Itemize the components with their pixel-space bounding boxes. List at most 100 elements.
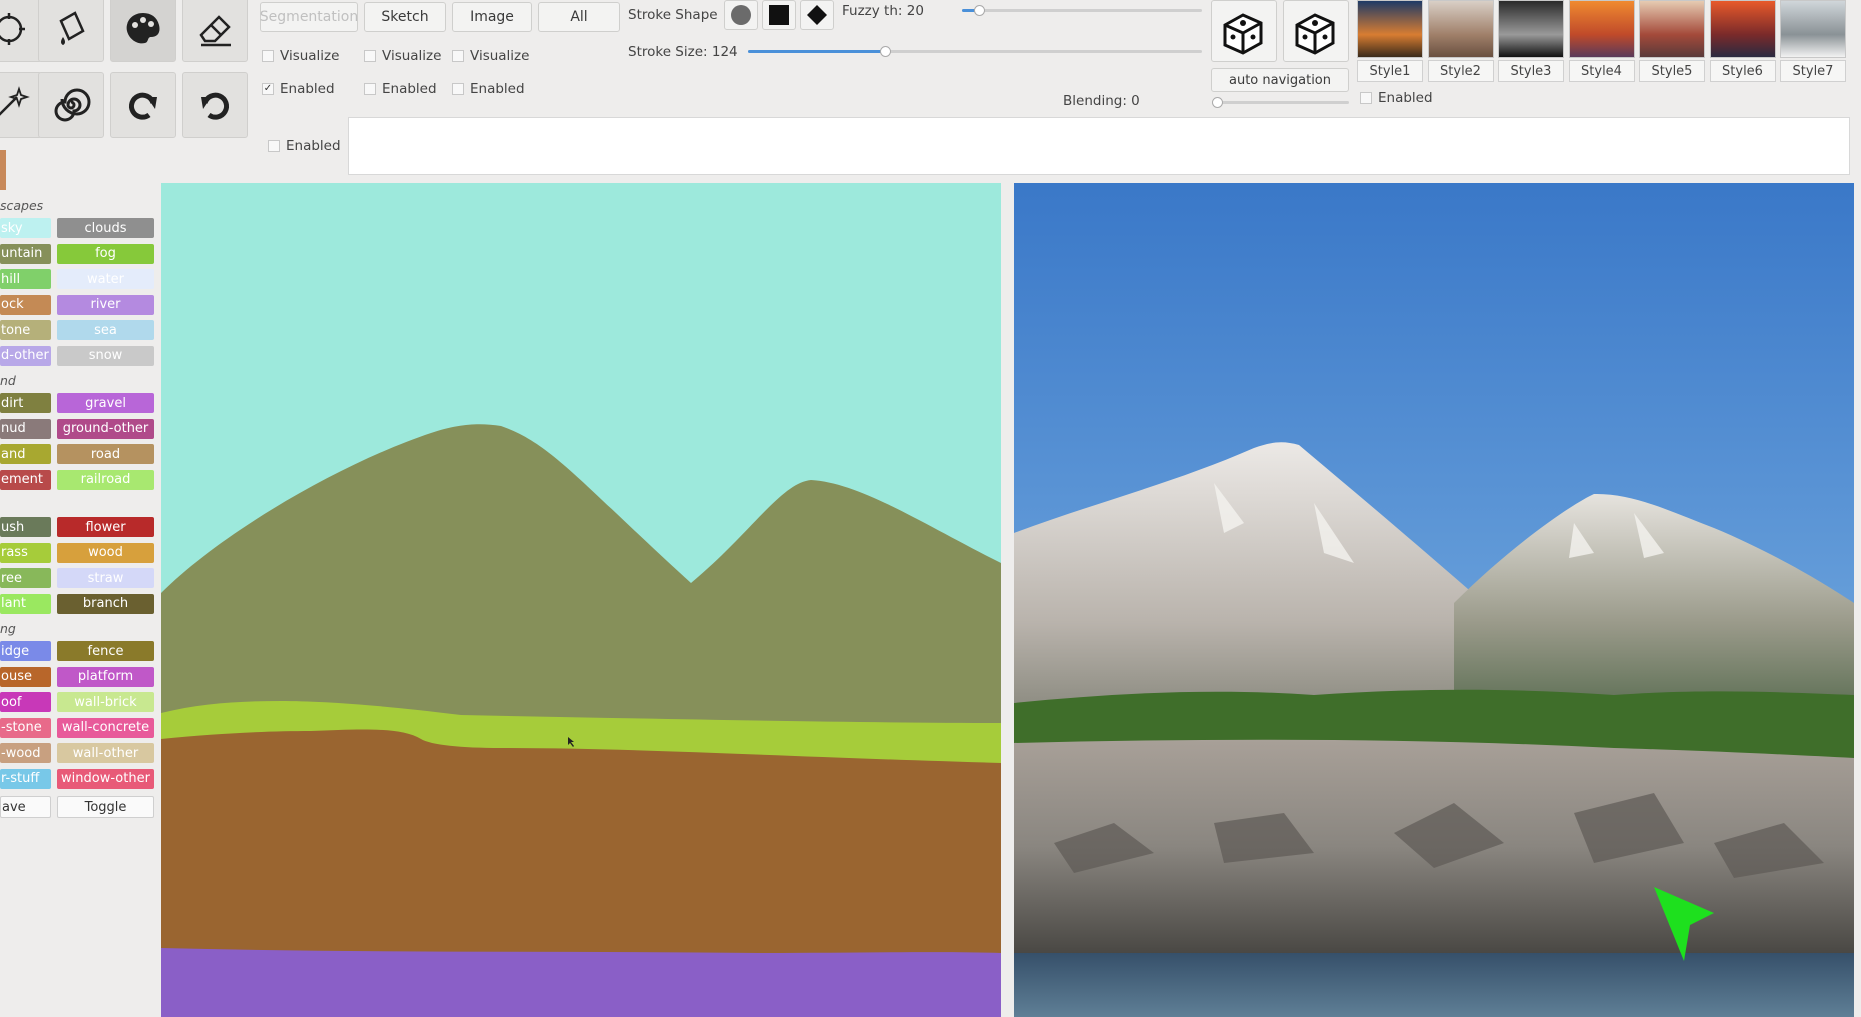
label-chip[interactable]: lant	[0, 593, 51, 614]
redo-button[interactable]	[110, 72, 176, 138]
label-chip[interactable]: tone	[0, 320, 51, 340]
image-button[interactable]: Image	[452, 2, 532, 32]
label-chip[interactable]: sea	[57, 320, 154, 340]
label-chip[interactable]: wood	[57, 542, 154, 563]
checkbox-box[interactable]	[452, 50, 464, 62]
stroke-size-label: Stroke Size: 124	[628, 44, 738, 60]
square-shape-button[interactable]	[762, 0, 796, 30]
label-chip[interactable]: gravel	[57, 393, 154, 413]
label-chip[interactable]: clouds	[57, 218, 154, 238]
label-chip[interactable]: flower	[57, 517, 154, 537]
spiral-tool-button[interactable]	[38, 72, 104, 138]
palette-tool-button[interactable]	[110, 0, 176, 62]
label-chip[interactable]: rass	[0, 542, 51, 563]
label-chip[interactable]: -stone	[0, 717, 51, 738]
label-chip[interactable]: ground-other	[57, 418, 154, 439]
label-chip[interactable]: branch	[57, 593, 154, 614]
save-button[interactable]: ave	[0, 796, 51, 818]
stroke-size-knob[interactable]	[880, 46, 891, 57]
random-dice-button-1[interactable]	[1211, 0, 1277, 62]
label-chip[interactable]: r-stuff	[0, 768, 51, 789]
label-chip[interactable]: window-other	[57, 768, 154, 789]
prompt-text-area[interactable]	[348, 117, 1850, 175]
label-chip[interactable]: ement	[0, 469, 51, 490]
generated-landscape	[1014, 183, 1854, 1017]
label-chip[interactable]: -wood	[0, 743, 51, 763]
checkbox-box[interactable]	[452, 83, 464, 95]
random-dice-button-2[interactable]	[1283, 0, 1349, 62]
visualize-checkbox-3[interactable]: Visualize	[452, 48, 529, 64]
label-chip[interactable]: snow	[57, 345, 154, 366]
blending-slider[interactable]	[1213, 101, 1349, 104]
style-thumbnail[interactable]	[1427, 0, 1494, 58]
label-chip[interactable]: ock	[0, 294, 51, 315]
label-chip[interactable]: ouse	[0, 666, 51, 687]
segmentation-button[interactable]: Segmentation	[260, 2, 358, 32]
checkbox-box[interactable]	[364, 50, 376, 62]
label-chip[interactable]: river	[57, 294, 154, 315]
auto-navigation-button[interactable]: auto navigation	[1211, 68, 1349, 92]
style-thumbnail[interactable]	[1498, 0, 1564, 58]
label-chip[interactable]: oof	[0, 692, 51, 712]
circle-shape-button[interactable]	[724, 0, 758, 30]
blending-knob[interactable]	[1212, 97, 1223, 108]
label-chip[interactable]: untain	[0, 243, 51, 264]
style-button[interactable]: Style1	[1357, 60, 1423, 82]
label-chip[interactable]: road	[57, 444, 154, 464]
checkbox-box[interactable]	[1360, 92, 1372, 104]
enabled-checkbox-3[interactable]: Enabled	[452, 81, 525, 97]
diamond-shape-button[interactable]	[800, 0, 834, 30]
label-chip[interactable]: platform	[57, 666, 154, 687]
style-button[interactable]: Style6	[1709, 60, 1776, 82]
label-chip[interactable]: and	[0, 444, 51, 464]
label-chip[interactable]: wall-other	[57, 743, 154, 763]
label-chip[interactable]: water	[57, 269, 154, 289]
style-thumbnail[interactable]	[1780, 0, 1846, 58]
checkbox-box[interactable]	[268, 140, 280, 152]
magic-wand-tool-button[interactable]	[0, 72, 42, 138]
undo-button[interactable]	[182, 72, 248, 138]
segmentation-canvas[interactable]	[161, 183, 1001, 1017]
eraser-tool-button[interactable]	[182, 0, 248, 62]
style-button[interactable]: Style4	[1568, 60, 1635, 82]
style-button[interactable]: Style3	[1498, 60, 1564, 82]
fill-tool-button[interactable]	[38, 0, 104, 62]
toggle-button[interactable]: Toggle	[57, 796, 154, 818]
label-chip[interactable]: railroad	[57, 469, 154, 490]
visualize-checkbox-2[interactable]: Visualize	[364, 48, 441, 64]
checkbox-checked[interactable]: ✓	[262, 83, 274, 95]
label-chip[interactable]: ush	[0, 517, 51, 537]
fuzzy-threshold-knob[interactable]	[974, 5, 985, 16]
enabled-styles-checkbox[interactable]: Enabled	[1360, 90, 1433, 106]
label-chip[interactable]: nud	[0, 418, 51, 439]
style-button[interactable]: Style5	[1639, 60, 1705, 82]
style-button[interactable]: Style7	[1780, 60, 1846, 82]
style-thumbnail[interactable]	[1709, 0, 1776, 58]
fuzzy-threshold-slider[interactable]	[962, 9, 1202, 12]
label-chip[interactable]: wall-concrete	[57, 717, 154, 738]
sketch-button[interactable]: Sketch	[364, 2, 446, 32]
style-thumbnail[interactable]	[1568, 0, 1635, 58]
label-chip[interactable]: fog	[57, 243, 154, 264]
style-thumbnail[interactable]	[1639, 0, 1705, 58]
enabled-checkbox-1[interactable]: ✓ Enabled	[262, 81, 335, 97]
style-button[interactable]: Style2	[1427, 60, 1494, 82]
label-chip[interactable]: dirt	[0, 393, 51, 413]
label-chip[interactable]: sky	[0, 218, 51, 238]
checkbox-box[interactable]	[364, 83, 376, 95]
label-chip[interactable]: fence	[57, 641, 154, 661]
all-button[interactable]: All	[538, 2, 620, 32]
label-chip[interactable]: straw	[57, 568, 154, 588]
stamp-tool-button[interactable]	[0, 0, 42, 62]
enabled-checkbox-4[interactable]: Enabled	[268, 138, 341, 154]
enabled-checkbox-2[interactable]: Enabled	[364, 81, 437, 97]
label-chip[interactable]: hill	[0, 269, 51, 289]
label-chip[interactable]: wall-brick	[57, 692, 154, 712]
checkbox-box[interactable]	[262, 50, 274, 62]
label-chip[interactable]: d-other	[0, 345, 51, 366]
eraser-icon	[199, 15, 231, 47]
style-thumbnail[interactable]	[1357, 0, 1423, 58]
visualize-checkbox-1[interactable]: Visualize	[262, 48, 339, 64]
label-chip[interactable]: idge	[0, 641, 51, 661]
label-chip[interactable]: ree	[0, 568, 51, 588]
